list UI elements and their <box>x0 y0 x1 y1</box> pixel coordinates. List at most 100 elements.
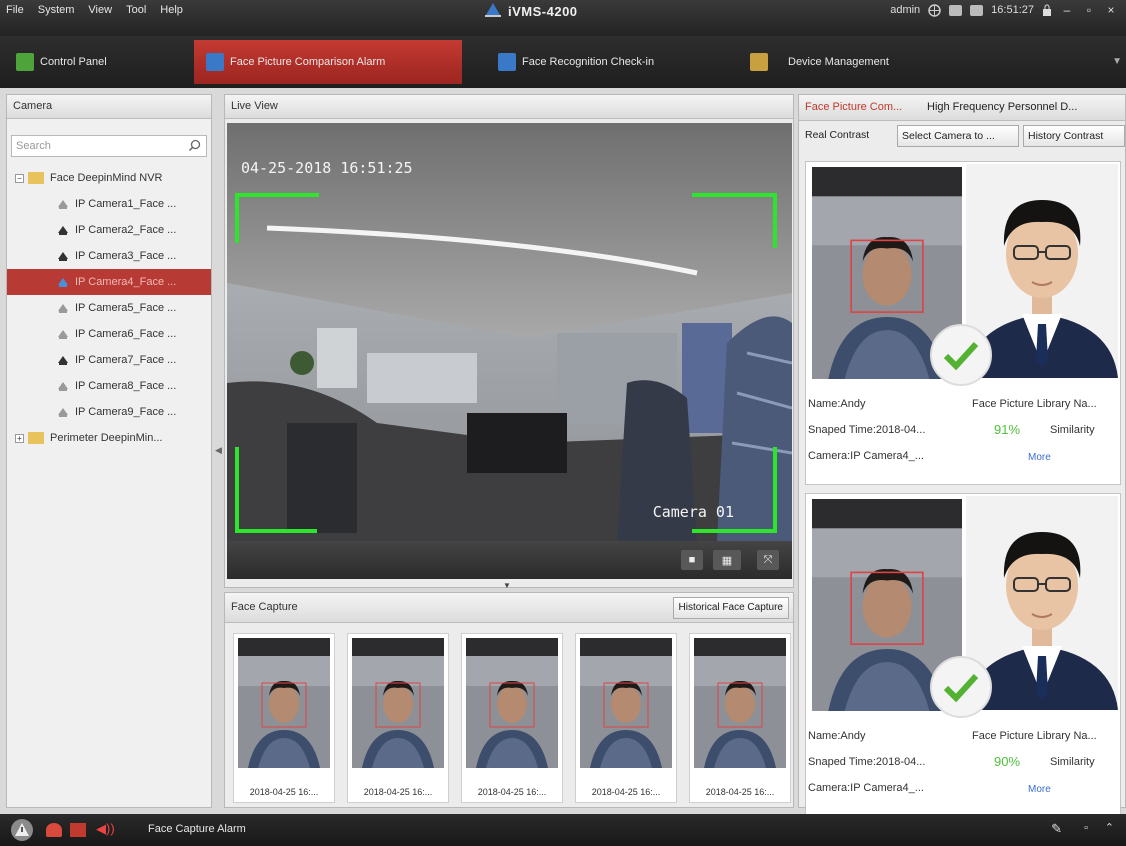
window-division-button[interactable]: ▦ <box>713 550 741 570</box>
capture-timestamp: 2018-04-25 16:... <box>477 787 547 797</box>
camera-icon <box>58 200 68 209</box>
capture-thumbnail[interactable]: 2018-04-25 16:... <box>461 633 563 803</box>
tree-camera-item[interactable]: IP Camera9_Face ... <box>7 399 211 425</box>
more-link[interactable]: More <box>1028 452 1051 463</box>
tab-scroll-icon[interactable]: ▼ <box>1112 56 1122 67</box>
camera-panel-title: Camera <box>7 95 211 119</box>
captured-face-image <box>238 638 330 768</box>
tree-camera-item[interactable]: IP Camera3_Face ... <box>7 243 211 269</box>
tree-item-label: IP Camera6_Face ... <box>75 328 177 340</box>
osd-timestamp: 04-25-2018 16:51:25 <box>241 159 413 177</box>
face-alarm-icon <box>206 53 224 71</box>
tree-camera-item[interactable]: IP Camera2_Face ... <box>7 217 211 243</box>
similarity-value: 91% <box>994 422 1021 437</box>
capture-timestamp: 2018-04-25 16:... <box>363 787 433 797</box>
tree-camera-item[interactable]: IP Camera6_Face ... <box>7 321 211 347</box>
alarm-speaker-icon[interactable]: ◀)) <box>96 821 118 836</box>
capture-thumbnail[interactable]: 2018-04-25 16:... <box>233 633 335 803</box>
live-view-toolbar: ■ ▦ ⤧ <box>227 541 792 579</box>
contrast-subtabs: Real Contrast Select Camera to ... Histo… <box>799 125 1125 147</box>
comparison-card[interactable]: Name:Andy Face Picture Library Na... Snape… <box>805 161 1121 485</box>
menu-tool[interactable]: Tool <box>126 4 146 16</box>
collapse-down-icon[interactable]: ▼ <box>503 581 511 590</box>
tab-control-panel[interactable]: Control Panel <box>4 40 184 84</box>
title-bar: File System View Tool Help iVMS-4200 adm… <box>0 0 1126 36</box>
tab-high-frequency-personnel[interactable]: High Frequency Personnel D... <box>927 101 1077 113</box>
comparison-card[interactable]: Name:Andy Face Picture Library Na... Snape… <box>805 493 1121 817</box>
face-capture-alarm-label[interactable]: Face Capture Alarm <box>148 823 246 835</box>
tree-item-label: Perimeter DeepinMin... <box>50 432 163 444</box>
pin-icon[interactable]: ✎ <box>1051 821 1062 837</box>
lock-icon[interactable] <box>1042 4 1052 16</box>
capture-thumbnail[interactable]: 2018-04-25 16:... <box>575 633 677 803</box>
menu-view[interactable]: View <box>88 4 112 16</box>
match-check-icon <box>930 324 992 386</box>
search-placeholder: Search <box>16 140 51 152</box>
alarm-sound-icon[interactable] <box>46 823 62 837</box>
single-window-button[interactable]: ■ <box>681 550 703 570</box>
camera-icon <box>58 278 68 287</box>
osd-camera-name: Camera 01 <box>652 503 734 521</box>
snaped-time: Snaped Time:2018-04... <box>808 756 926 768</box>
similarity-label: Similarity <box>1050 756 1095 768</box>
search-icon[interactable] <box>188 139 201 152</box>
person-name: Name:Andy <box>808 730 866 742</box>
capture-timestamp: 2018-04-25 16:... <box>705 787 775 797</box>
username[interactable]: admin <box>890 4 920 16</box>
tab-device-management[interactable]: Device Management <box>736 40 946 84</box>
camera-search-input[interactable]: Search <box>11 135 207 157</box>
capture-thumbnail[interactable]: 2018-04-25 16:... <box>347 633 449 803</box>
alarm-warning-icon[interactable] <box>10 818 34 842</box>
capture-timestamp: 2018-04-25 16:... <box>591 787 661 797</box>
collapse-left-icon[interactable]: ◀ <box>215 445 222 456</box>
tree-group[interactable]: − Face DeepinMind NVR <box>7 165 211 191</box>
select-camera-button[interactable]: Select Camera to ... <box>897 125 1019 147</box>
module-tab-bar: Control Panel Face Picture Comparison Al… <box>0 36 1126 88</box>
match-check-icon <box>930 656 992 718</box>
camera-icon <box>58 330 68 339</box>
person-name: Name:Andy <box>808 398 866 410</box>
menu-system[interactable]: System <box>38 4 75 16</box>
fullscreen-button[interactable]: ⤧ <box>757 550 779 570</box>
network-icon[interactable] <box>928 3 941 17</box>
monitor-icon[interactable] <box>949 4 963 16</box>
expand-toggle-icon[interactable]: + <box>15 433 24 443</box>
close-button[interactable]: × <box>1104 3 1118 17</box>
status-bar: ◀)) Face Capture Alarm ✎ ▫ ⌃ <box>0 814 1126 846</box>
restore-icon[interactable]: ▫ <box>1084 822 1088 834</box>
comparison-tabs: Face Picture Com... High Frequency Perso… <box>799 95 1125 121</box>
expand-up-icon[interactable]: ⌃ <box>1105 821 1114 834</box>
tree-camera-item[interactable]: IP Camera8_Face ... <box>7 373 211 399</box>
app-title: iVMS-4200 <box>508 4 578 19</box>
camera-panel: Camera Search − Face DeepinMind NVR IP Cam… <box>6 94 222 808</box>
tab-face-picture-comparison-alarm[interactable]: Face Picture Comparison Alarm <box>194 40 462 84</box>
folder-icon <box>28 172 44 184</box>
tree-group[interactable]: + Perimeter DeepinMin... <box>7 425 211 451</box>
tree-item-label: IP Camera9_Face ... <box>75 406 177 418</box>
similarity-label: Similarity <box>1050 424 1095 436</box>
tree-camera-item[interactable]: IP Camera5_Face ... <box>7 295 211 321</box>
tab-face-picture-comparison[interactable]: Face Picture Com... <box>805 101 902 113</box>
menu-file[interactable]: File <box>6 4 24 16</box>
live-video[interactable]: 04-25-2018 16:51:25 Camera 01 <box>227 123 792 541</box>
expand-toggle-icon[interactable]: − <box>15 173 24 183</box>
menu-help[interactable]: Help <box>160 4 183 16</box>
tree-item-label: IP Camera2_Face ... <box>75 224 177 236</box>
similarity-value: 90% <box>994 754 1021 769</box>
tree-camera-item[interactable]: IP Camera4_Face ... <box>7 269 211 295</box>
capture-thumbnail[interactable]: 2018-04-25 16:... <box>689 633 791 803</box>
tab-label: Device Management <box>788 56 889 68</box>
more-link[interactable]: More <box>1028 784 1051 795</box>
minimize-button[interactable]: – <box>1060 3 1074 17</box>
real-contrast-tab[interactable]: Real Contrast <box>801 125 897 147</box>
tree-camera-item[interactable]: IP Camera1_Face ... <box>7 191 211 217</box>
historical-face-capture-button[interactable]: Historical Face Capture <box>672 597 789 619</box>
tab-face-recognition-check-in[interactable]: Face Recognition Check-in <box>486 40 724 84</box>
maximize-button[interactable]: ▫ <box>1082 3 1096 17</box>
tree-item-label: IP Camera1_Face ... <box>75 198 177 210</box>
alarm-video-icon[interactable] <box>70 823 86 837</box>
tree-camera-item[interactable]: IP Camera7_Face ... <box>7 347 211 373</box>
keyboard-icon[interactable] <box>970 4 984 16</box>
history-contrast-button[interactable]: History Contrast <box>1023 125 1125 147</box>
detection-frame <box>235 193 777 533</box>
